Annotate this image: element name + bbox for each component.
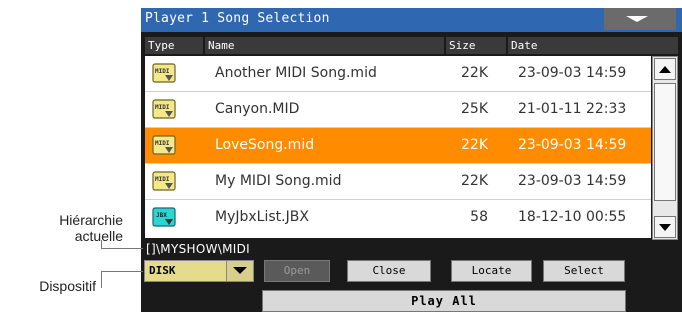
file-date: 18-12-10 00:55 bbox=[518, 209, 627, 225]
file-name: Another MIDI Song.mid bbox=[215, 65, 377, 81]
file-date: 23-09-03 14:59 bbox=[518, 137, 627, 153]
file-name: My MIDI Song.mid bbox=[215, 173, 342, 189]
page-menu-button[interactable] bbox=[604, 8, 676, 30]
midi-file-icon: MIDI bbox=[152, 99, 176, 119]
callout-hierarchy: Hiérarchie actuelle bbox=[0, 212, 123, 244]
page-title: Player 1 Song Selection bbox=[145, 11, 330, 26]
callout-device: Dispositif bbox=[39, 278, 96, 294]
locate-button[interactable]: Locate bbox=[451, 260, 532, 282]
file-size: 22K bbox=[461, 65, 488, 81]
select-button[interactable]: Select bbox=[543, 260, 625, 282]
file-name: Canyon.MID bbox=[215, 101, 300, 117]
file-size: 22K bbox=[461, 173, 488, 189]
file-date: 21-01-11 22:33 bbox=[518, 101, 627, 117]
svg-text:MIDI: MIDI bbox=[155, 176, 170, 183]
scroll-down-button[interactable] bbox=[654, 216, 676, 238]
scroll-thumb[interactable] bbox=[654, 83, 676, 201]
scroll-up-button[interactable] bbox=[654, 58, 676, 80]
file-row[interactable]: JBX MyJbxList.JBX 58 18-12-10 00:55 bbox=[145, 200, 651, 236]
device-dropdown-button[interactable] bbox=[226, 261, 253, 281]
column-header-type[interactable]: Type bbox=[145, 37, 203, 54]
callout-hierarchy-line2: actuelle bbox=[74, 228, 123, 244]
svg-text:MIDI: MIDI bbox=[155, 68, 170, 75]
file-list: MIDI Another MIDI Song.mid 22K 23-09-03 … bbox=[145, 56, 651, 238]
file-size: 58 bbox=[470, 209, 488, 225]
midi-file-icon: MIDI bbox=[152, 135, 176, 155]
file-date: 23-09-03 14:59 bbox=[518, 173, 627, 189]
device-select[interactable]: DISK bbox=[144, 260, 254, 282]
device-value: DISK bbox=[149, 264, 176, 277]
file-size: 22K bbox=[461, 137, 488, 153]
file-row[interactable]: MIDI Another MIDI Song.mid 22K 23-09-03 … bbox=[145, 56, 651, 92]
chevron-down-icon bbox=[233, 267, 247, 274]
jbx-file-icon: JBX bbox=[152, 207, 176, 227]
midi-file-icon: MIDI bbox=[152, 63, 176, 83]
close-button[interactable]: Close bbox=[347, 260, 431, 282]
file-name: LoveSong.mid bbox=[215, 137, 315, 153]
callout-line bbox=[101, 271, 102, 288]
file-row-selected[interactable]: MIDI LoveSong.mid 22K 23-09-03 14:59 bbox=[145, 128, 651, 164]
file-size: 25K bbox=[461, 101, 488, 117]
arrow-down-icon bbox=[659, 224, 671, 231]
column-header-name[interactable]: Name bbox=[205, 37, 444, 54]
midi-file-icon: MIDI bbox=[152, 171, 176, 191]
svg-text:MIDI: MIDI bbox=[155, 140, 170, 147]
svg-text:JBX: JBX bbox=[156, 212, 167, 219]
callout-line bbox=[101, 271, 143, 272]
open-button[interactable]: Open bbox=[264, 260, 330, 282]
arrow-up-icon bbox=[659, 66, 671, 73]
column-header-date[interactable]: Date bbox=[508, 37, 678, 54]
column-header-size[interactable]: Size bbox=[446, 37, 506, 54]
file-row[interactable]: MIDI Canyon.MID 25K 21-01-11 22:33 bbox=[145, 92, 651, 128]
current-path: []\MYSHOW\MIDI bbox=[146, 242, 250, 256]
callout-line bbox=[101, 248, 143, 249]
file-name: MyJbxList.JBX bbox=[215, 209, 309, 225]
svg-text:MIDI: MIDI bbox=[155, 104, 170, 111]
chevron-down-icon bbox=[626, 16, 648, 22]
callout-hierarchy-line1: Hiérarchie bbox=[59, 212, 123, 228]
title-bar: Player 1 Song Selection bbox=[141, 8, 682, 32]
play-all-button[interactable]: Play All bbox=[262, 290, 626, 312]
file-date: 23-09-03 14:59 bbox=[518, 65, 627, 81]
vertical-scrollbar[interactable] bbox=[652, 56, 678, 240]
file-row[interactable]: MIDI My MIDI Song.mid 22K 23-09-03 14:59 bbox=[145, 164, 651, 200]
